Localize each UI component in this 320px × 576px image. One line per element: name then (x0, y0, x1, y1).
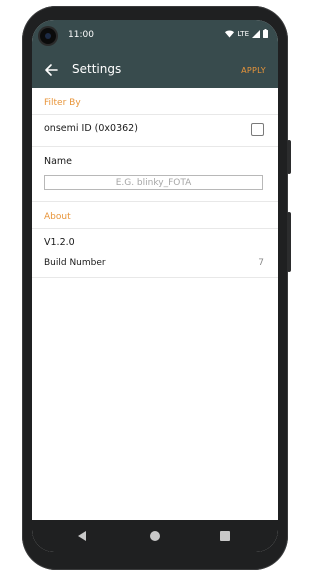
app-version: V1.2.0 (44, 237, 75, 248)
app-bar: Settings APPLY (32, 54, 278, 88)
onsemi-id-filter-row[interactable]: onsemi ID (0x0362) (32, 115, 278, 147)
name-label: Name (44, 156, 73, 167)
name-filter-row: Name (32, 147, 278, 202)
nav-back-icon[interactable] (78, 531, 86, 541)
network-type: LTE (237, 29, 249, 38)
apply-button[interactable]: APPLY (241, 66, 266, 75)
screen: 11:00 LTE Settings APPLY Filter By onsem… (32, 20, 278, 552)
volume-button (287, 212, 291, 272)
nav-recents-icon[interactable] (220, 531, 230, 541)
power-button (287, 140, 291, 174)
version-row: V1.2.0 (32, 229, 278, 251)
settings-list: Filter By onsemi ID (0x0362) Name About … (32, 88, 278, 278)
build-number-row: Build Number 7 (32, 251, 278, 278)
front-camera (40, 28, 56, 44)
section-header-filter-by: Filter By (32, 88, 278, 115)
page-title: Settings (72, 62, 122, 76)
status-time: 11:00 (68, 30, 94, 40)
battery-icon (263, 29, 268, 38)
build-number-label: Build Number (44, 258, 106, 268)
signal-icon (252, 29, 260, 38)
status-bar: 11:00 LTE (32, 20, 278, 54)
section-header-about: About (32, 202, 278, 229)
back-arrow-icon[interactable] (44, 63, 58, 77)
nav-home-icon[interactable] (150, 531, 160, 541)
build-number-value: 7 (258, 258, 264, 268)
status-icons: LTE (225, 29, 268, 38)
onsemi-id-checkbox[interactable] (251, 123, 264, 136)
onsemi-id-label: onsemi ID (0x0362) (44, 123, 138, 134)
wifi-icon (225, 30, 235, 37)
name-input[interactable] (44, 175, 263, 190)
system-nav-bar (32, 520, 278, 552)
device-frame: 11:00 LTE Settings APPLY Filter By onsem… (0, 0, 311, 576)
